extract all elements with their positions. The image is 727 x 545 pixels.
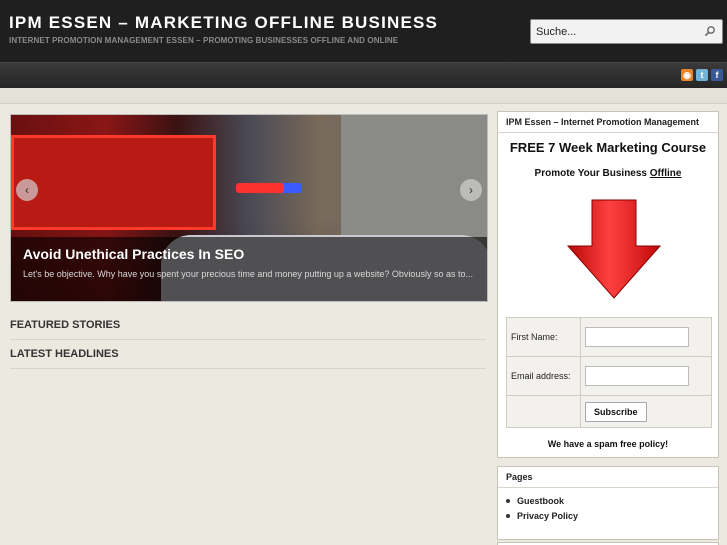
slider-next-arrow-icon[interactable]: › <box>460 179 482 201</box>
subscribe-button[interactable]: Subscribe <box>585 401 647 422</box>
pages-widget: Pages Guestbook Privacy Policy <box>497 466 719 540</box>
site-title[interactable]: IPM ESSEN – MARKETING OFFLINE BUSINESS <box>9 13 438 33</box>
twitter-icon[interactable]: t <box>696 69 708 81</box>
first-name-label: First Name: <box>506 317 581 357</box>
latest-headlines-heading: LATEST HEADLINES <box>10 348 486 369</box>
featured-stories-heading: FEATURED STORIES <box>10 319 486 340</box>
email-label: Email address: <box>506 356 581 396</box>
social-icons: ◉ t f <box>681 69 723 81</box>
search-icon[interactable] <box>704 25 716 37</box>
slider-prev-arrow-icon[interactable]: ‹ <box>16 179 38 201</box>
pages-list: Guestbook Privacy Policy <box>498 488 718 521</box>
slide-title[interactable]: Avoid Unethical Practices In SEO <box>23 246 244 262</box>
first-name-field[interactable] <box>585 327 689 347</box>
widget-title: IPM Essen – Internet Promotion Managemen… <box>498 112 718 133</box>
slide-excerpt: Let's be objective. Why have you spent y… <box>23 269 473 279</box>
site-header: IPM ESSEN – MARKETING OFFLINE BUSINESS I… <box>0 0 727 62</box>
course-widget: IPM Essen – Internet Promotion Managemen… <box>497 111 719 458</box>
pages-list-item[interactable]: Guestbook <box>506 496 718 506</box>
offline-link[interactable]: Offline <box>650 168 682 179</box>
privacy-policy-link[interactable]: Privacy Policy <box>517 511 578 521</box>
nav-strip <box>0 88 727 104</box>
pages-widget-title: Pages <box>498 467 718 488</box>
signup-form: First Name: Email address: Subscribe <box>506 317 712 428</box>
spam-policy-note: We have a spam free policy! <box>547 439 669 449</box>
guestbook-link[interactable]: Guestbook <box>517 496 564 506</box>
down-arrow-icon <box>566 199 662 299</box>
course-subheading-text: Promote Your Business <box>534 168 650 179</box>
search-input[interactable] <box>531 20 701 43</box>
course-subheading: Promote Your Business Offline <box>498 168 718 179</box>
course-heading: FREE 7 Week Marketing Course <box>509 140 707 155</box>
search-box <box>530 19 723 44</box>
featured-slider[interactable]: Avoid Unethical Practices In SEO Let's b… <box>10 114 488 302</box>
slide-caption: Avoid Unethical Practices In SEO Let's b… <box>11 237 487 301</box>
site-tagline: INTERNET PROMOTION MANAGEMENT ESSEN – PR… <box>9 36 399 45</box>
navigation-bar: ◉ t f <box>0 62 727 88</box>
email-field[interactable] <box>585 366 689 386</box>
main-content: Avoid Unethical Practices In SEO Let's b… <box>0 104 495 545</box>
pages-list-item[interactable]: Privacy Policy <box>506 511 718 521</box>
rss-icon[interactable]: ◉ <box>681 69 693 81</box>
facebook-icon[interactable]: f <box>711 69 723 81</box>
